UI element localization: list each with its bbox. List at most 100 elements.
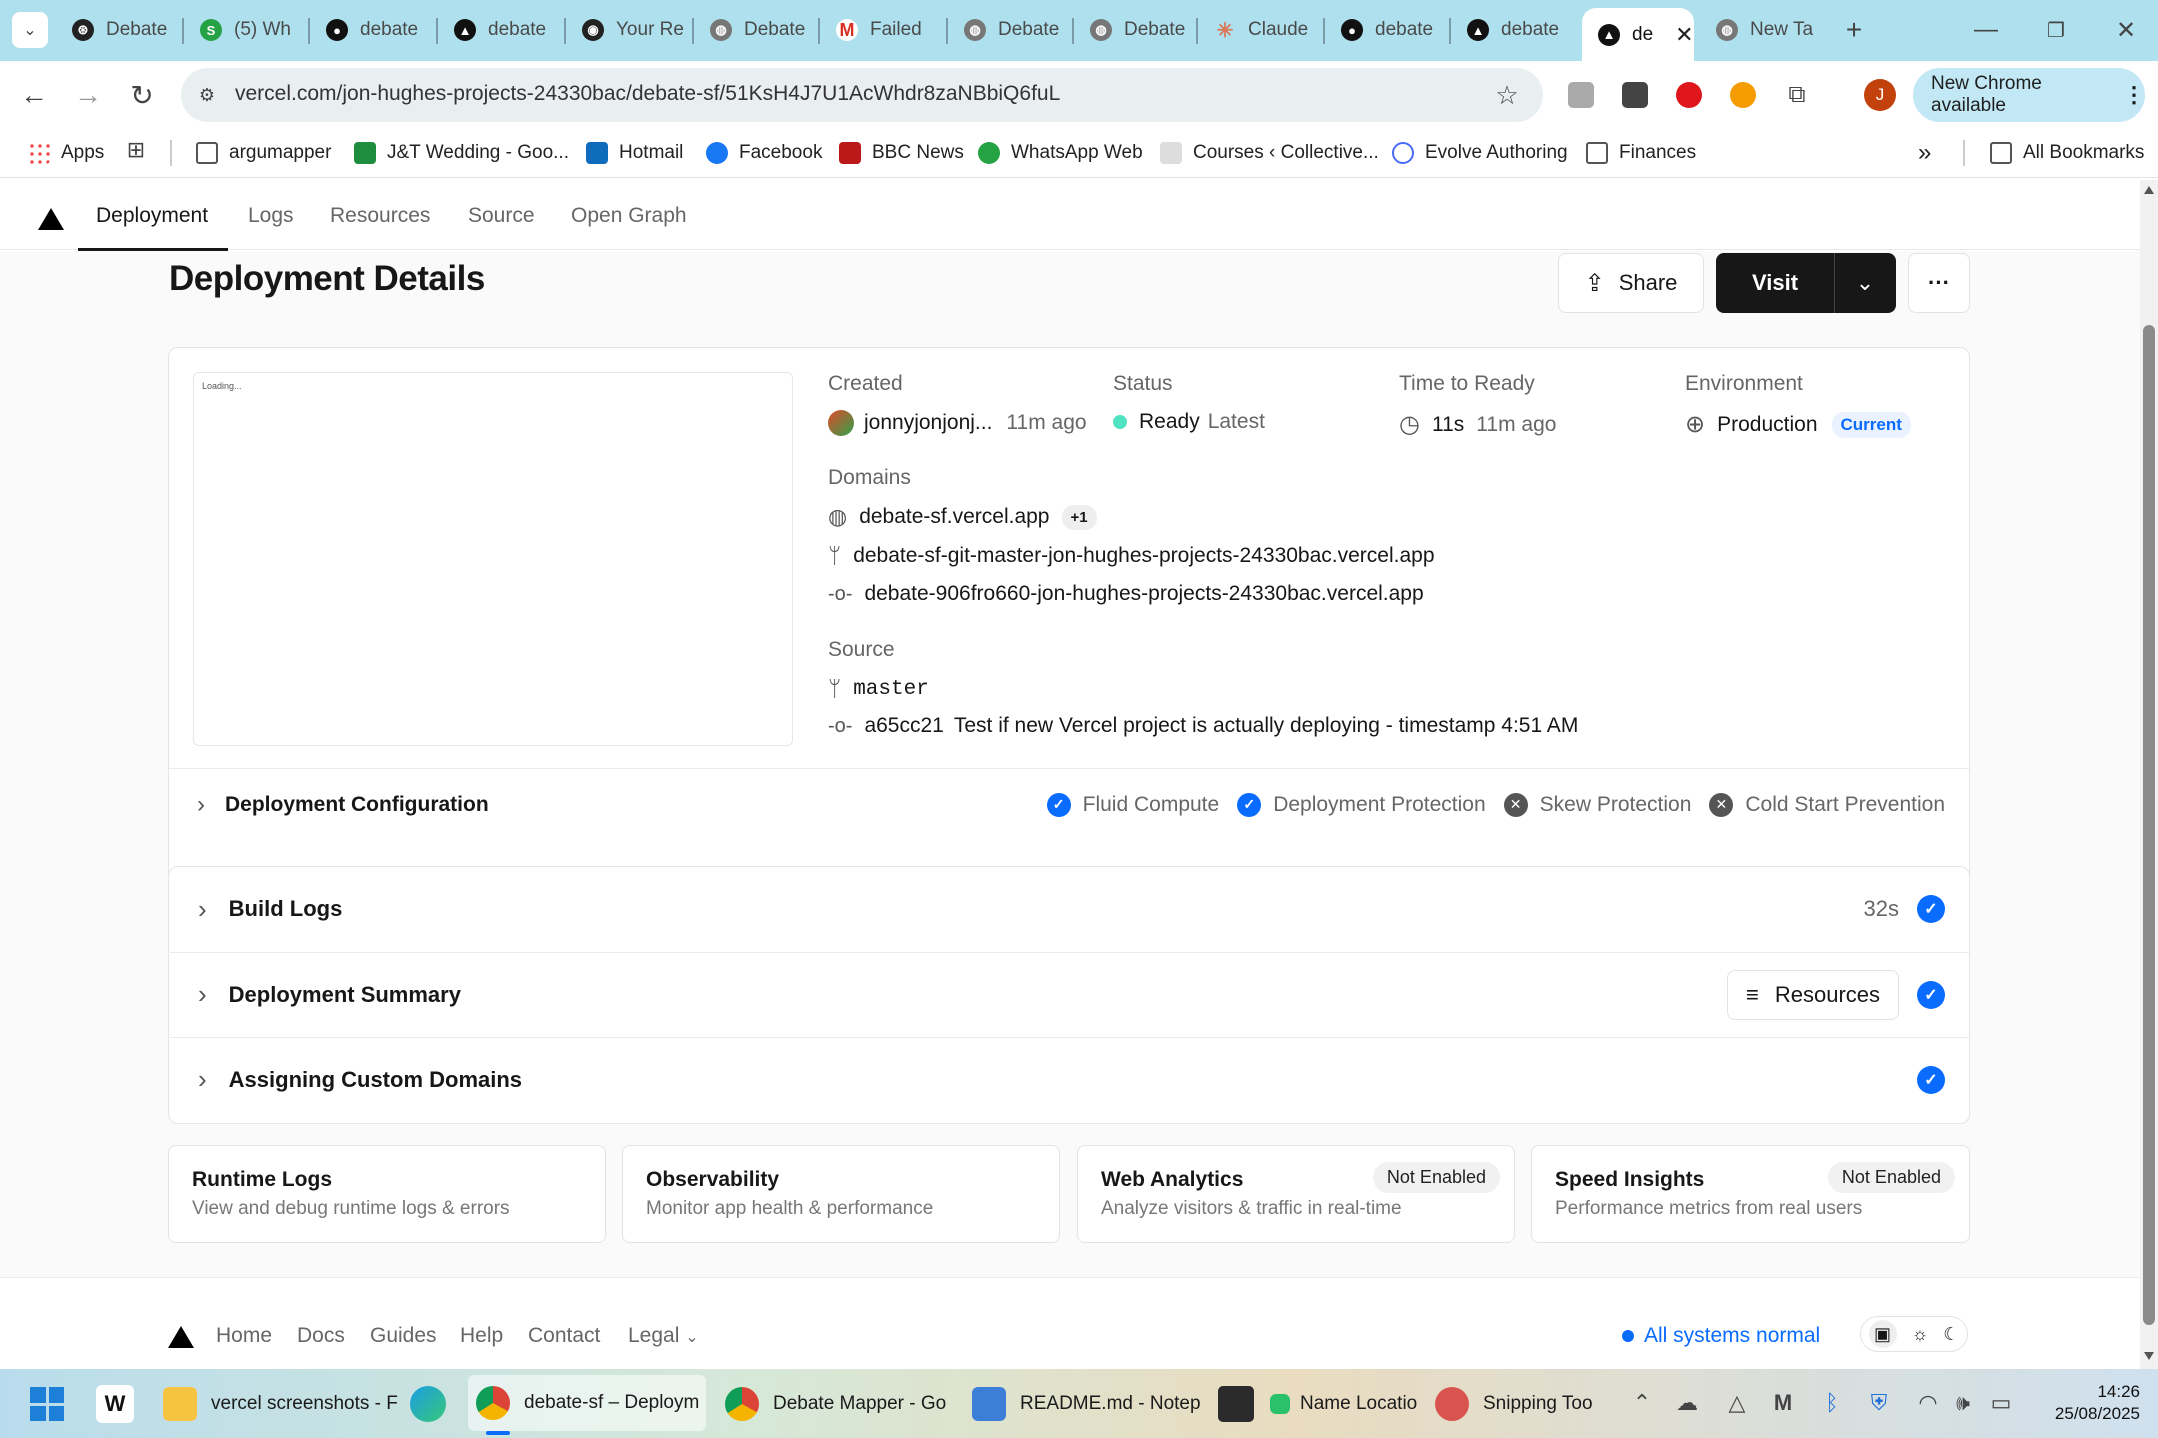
footer-link-home[interactable]: Home xyxy=(216,1324,272,1348)
bookmark-wedding[interactable]: J&T Wedding - Goo... xyxy=(354,138,569,168)
extension-icon[interactable] xyxy=(1730,82,1756,108)
tab-deployment[interactable]: Deployment xyxy=(96,204,208,228)
adblock-icon[interactable] xyxy=(1676,82,1702,108)
back-icon[interactable]: ← xyxy=(14,75,54,115)
bookmark-evolve[interactable]: Evolve Authoring xyxy=(1392,138,1568,168)
footer-link-docs[interactable]: Docs xyxy=(297,1324,345,1348)
source-commit-message[interactable]: Test if new Vercel project is actually d… xyxy=(954,714,1578,738)
bookmark-facebook[interactable]: Facebook xyxy=(706,138,822,168)
address-bar[interactable]: ⚙ vercel.com/jon-hughes-projects-24330ba… xyxy=(181,68,1543,122)
bookmark-bbc[interactable]: BBC News xyxy=(839,138,964,168)
clock[interactable]: 14:26 25/08/2025 xyxy=(2036,1381,2140,1425)
vercel-logo-icon[interactable] xyxy=(38,208,64,230)
tab-logs[interactable]: Logs xyxy=(248,204,294,228)
onedrive-icon[interactable]: ☁ xyxy=(1672,1389,1702,1417)
footer-link-help[interactable]: Help xyxy=(460,1324,503,1348)
system-theme-icon[interactable]: ▣ xyxy=(1868,1320,1897,1348)
bookmark-whatsapp[interactable]: WhatsApp Web xyxy=(978,138,1143,168)
tab-1[interactable]: S (5) Wh xyxy=(184,8,299,52)
writer-app-icon[interactable]: W xyxy=(96,1385,134,1423)
tab-13[interactable]: ◍ New Ta xyxy=(1700,8,1828,52)
more-options-button[interactable]: ··· xyxy=(1908,253,1970,313)
dark-theme-icon[interactable]: ☾ xyxy=(1943,1324,1959,1345)
reload-icon[interactable]: ↻ xyxy=(122,75,162,115)
tab-4[interactable]: ◉ Your Re xyxy=(566,8,692,52)
domain-commit-link[interactable]: debate-906fro660-jon-hughes-projects-243… xyxy=(864,582,1423,606)
domain-more-badge[interactable]: +1 xyxy=(1061,504,1097,530)
taskbar-name-location[interactable]: Name Locatio xyxy=(1270,1383,1417,1425)
taskbar-chrome-deployment[interactable]: debate-sf – Deploym xyxy=(468,1375,706,1431)
tab-10[interactable]: ● debate xyxy=(1325,8,1453,52)
runtime-logs-tile[interactable]: Runtime Logs View and debug runtime logs… xyxy=(168,1145,606,1243)
restore-icon[interactable]: ❐ xyxy=(2036,10,2076,50)
speed-insights-tile[interactable]: Speed Insights Performance metrics from … xyxy=(1531,1145,1970,1243)
tab-5[interactable]: ◍ Debate xyxy=(694,8,820,52)
taskbar-notepad[interactable]: README.md - Notep xyxy=(972,1383,1201,1425)
tab-3[interactable]: ▲ debate xyxy=(438,8,558,52)
assigning-domains-row[interactable]: › Assigning Custom Domains ✓ xyxy=(170,1037,1969,1121)
extension-icon[interactable] xyxy=(1622,82,1648,108)
source-branch[interactable]: master xyxy=(853,678,929,701)
forward-icon[interactable]: → xyxy=(68,75,108,115)
battery-icon[interactable]: ▭ xyxy=(1984,1389,2018,1417)
share-button[interactable]: ⇪ Share xyxy=(1558,253,1704,313)
observability-tile[interactable]: Observability Monitor app health & perfo… xyxy=(622,1145,1060,1243)
wifi-icon[interactable]: ◠ xyxy=(1912,1389,1944,1417)
resources-button[interactable]: ≡ Resources xyxy=(1727,969,1899,1020)
extensions-puzzle-icon[interactable]: ⧉ xyxy=(1782,80,1812,110)
tab-0[interactable]: ⊛ Debate xyxy=(56,8,171,52)
deployment-configuration-row[interactable]: › Deployment Configuration ✓ Fluid Compu… xyxy=(169,768,1969,840)
domain-branch-link[interactable]: debate-sf-git-master-jon-hughes-projects… xyxy=(853,544,1434,568)
minimize-icon[interactable]: — xyxy=(1966,10,2006,50)
footer-link-guides[interactable]: Guides xyxy=(370,1324,437,1348)
web-analytics-tile[interactable]: Web Analytics Analyze visitors & traffic… xyxy=(1077,1145,1515,1243)
tab-open-graph[interactable]: Open Graph xyxy=(571,204,687,228)
show-hidden-icons[interactable]: ⌃ xyxy=(1628,1389,1656,1417)
drive-icon[interactable]: △ xyxy=(1722,1389,1752,1417)
tab-groups-icon[interactable]: ⊞ xyxy=(122,136,150,164)
tab-9[interactable]: ✳ Claude xyxy=(1198,8,1326,52)
close-tab-icon[interactable]: ✕ xyxy=(1675,22,1693,48)
scrollbar-thumb[interactable] xyxy=(2143,325,2155,1325)
bookmark-finances[interactable]: Finances xyxy=(1586,138,1696,168)
build-logs-row[interactable]: › Build Logs 32s ✓ xyxy=(170,867,1969,951)
deployment-summary-row[interactable]: › Deployment Summary ≡ Resources ✓ xyxy=(170,952,1969,1036)
visit-button[interactable]: Visit xyxy=(1716,270,1834,296)
bookmark-hotmail[interactable]: Hotmail xyxy=(586,138,683,168)
url-text[interactable]: vercel.com/jon-hughes-projects-24330bac/… xyxy=(235,82,1060,106)
source-sha[interactable]: a65cc21 xyxy=(864,714,943,738)
page-scrollbar[interactable] xyxy=(2140,180,2158,1369)
footer-link-legal[interactable]: Legal ⌄ xyxy=(628,1324,699,1348)
tab-search-button[interactable]: ⌄ xyxy=(12,12,48,48)
terminal-icon[interactable] xyxy=(1218,1386,1254,1422)
bookmark-courses[interactable]: Courses ‹ Collective... xyxy=(1160,138,1379,168)
tab-12-active[interactable]: ▲ de ✕ xyxy=(1582,8,1694,61)
more-bookmarks-icon[interactable]: » xyxy=(1918,138,1931,168)
new-tab-icon[interactable]: + xyxy=(1836,12,1872,48)
edge-icon[interactable] xyxy=(410,1386,446,1422)
profile-avatar[interactable]: J xyxy=(1864,79,1896,111)
new-chrome-available-button[interactable]: New Chrome available ⋮ xyxy=(1913,68,2145,122)
extension-icon[interactable] xyxy=(1568,82,1594,108)
tab-resources[interactable]: Resources xyxy=(330,204,430,228)
vercel-logo-icon[interactable] xyxy=(168,1326,194,1348)
security-shield-icon[interactable]: ⛨ xyxy=(1864,1389,1894,1417)
site-info-icon[interactable]: ⚙ xyxy=(193,81,221,109)
tab-7[interactable]: ◍ Debate xyxy=(948,8,1076,52)
light-theme-icon[interactable]: ☼ xyxy=(1912,1324,1929,1345)
gmail-icon[interactable]: M xyxy=(1768,1389,1798,1417)
taskbar-chrome-debate-mapper[interactable]: Debate Mapper - Go xyxy=(725,1383,946,1425)
created-user[interactable]: jonnyjonjonj... xyxy=(864,411,992,435)
deployment-preview[interactable]: Loading... xyxy=(193,372,793,746)
bluetooth-icon[interactable]: ᛒ xyxy=(1818,1389,1846,1417)
all-bookmarks[interactable]: All Bookmarks xyxy=(1990,138,2144,168)
scroll-down-icon[interactable] xyxy=(2144,1352,2154,1360)
tab-6[interactable]: M Failed xyxy=(820,8,948,52)
taskbar-file-explorer[interactable]: vercel screenshots - F xyxy=(163,1383,398,1425)
domain-primary-link[interactable]: debate-sf.vercel.app xyxy=(859,505,1049,529)
windows-start-icon[interactable] xyxy=(30,1387,64,1421)
taskbar-snipping-tool[interactable]: Snipping Too xyxy=(1435,1383,1593,1425)
footer-link-contact[interactable]: Contact xyxy=(528,1324,600,1348)
close-window-icon[interactable]: ✕ xyxy=(2106,10,2146,50)
chevron-down-icon[interactable]: ⌄ xyxy=(1835,270,1895,296)
